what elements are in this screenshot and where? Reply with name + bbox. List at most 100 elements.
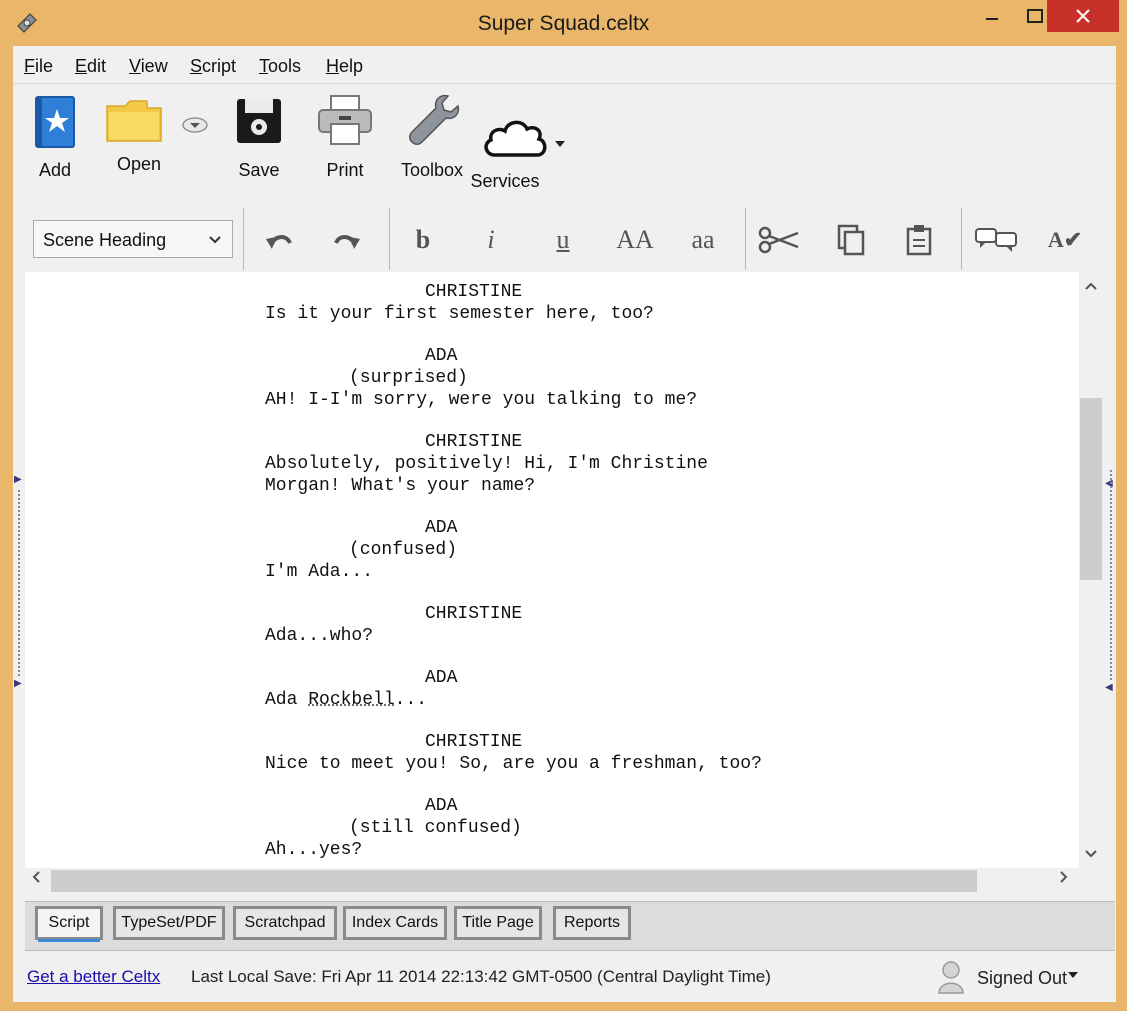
italic-button[interactable]: i xyxy=(471,220,511,260)
user-icon[interactable] xyxy=(937,960,965,994)
save-button[interactable]: Save xyxy=(223,85,295,185)
print-button[interactable]: Print xyxy=(309,85,381,185)
spellcheck-button[interactable]: A✔ xyxy=(1043,220,1087,260)
menu-file-accel: F xyxy=(24,56,35,76)
uppercase-button[interactable]: AA xyxy=(605,220,665,260)
right-margin-guide xyxy=(1110,470,1112,680)
left-margin-marker: ▶ xyxy=(14,678,22,689)
tab-typeset-pdf[interactable]: TypeSet/PDF xyxy=(113,906,225,940)
toolbox-button[interactable]: Toolbox xyxy=(395,85,469,185)
copy-button[interactable] xyxy=(829,220,873,260)
close-button[interactable] xyxy=(1047,0,1119,32)
notes-button[interactable] xyxy=(971,220,1021,260)
tab-scratchpad[interactable]: Scratchpad xyxy=(233,906,337,940)
bold-button[interactable]: b xyxy=(403,220,443,260)
close-icon xyxy=(1076,9,1090,23)
lowercase-button[interactable]: aa xyxy=(681,220,725,260)
print-label: Print xyxy=(326,160,364,180)
script-line: ADA xyxy=(425,796,458,816)
add-label: Add xyxy=(38,160,72,180)
services-dropdown-icon[interactable] xyxy=(555,141,565,149)
script-line: Ada...who? xyxy=(265,626,374,646)
copy-icon xyxy=(837,224,865,256)
speech-bubbles-icon xyxy=(975,228,1017,252)
chevron-up-icon xyxy=(1085,282,1097,290)
element-type-select[interactable]: Scene Heading xyxy=(33,220,233,258)
redo-icon xyxy=(334,235,360,249)
client-area: File Edit View Script Tools Help Add Ope… xyxy=(13,46,1116,1002)
scroll-down-button[interactable] xyxy=(1079,846,1103,864)
open-label: Open xyxy=(116,154,162,174)
menu-file-label: ile xyxy=(35,56,54,76)
paste-button[interactable] xyxy=(897,220,941,260)
tab-index-cards[interactable]: Index Cards xyxy=(343,906,447,940)
window-title: Super Squad.celtx xyxy=(477,12,650,35)
minimize-icon xyxy=(986,18,998,20)
menu-edit[interactable]: Edit xyxy=(75,56,106,77)
chevron-right-icon xyxy=(1060,871,1068,883)
menu-tools[interactable]: Tools xyxy=(259,56,301,77)
scroll-up-button[interactable] xyxy=(1079,278,1103,296)
script-line: Is it your first semester here, too? xyxy=(265,304,654,324)
add-star-icon xyxy=(35,96,75,148)
menu-file[interactable]: File xyxy=(24,56,53,77)
chevron-down-icon xyxy=(1085,850,1097,858)
minimize-button[interactable] xyxy=(969,0,1015,32)
menu-bar: File Edit View Script Tools Help xyxy=(13,46,1116,84)
account-menu[interactable]: Signed Out xyxy=(977,968,1079,989)
wrench-icon xyxy=(409,94,460,145)
vertical-scroll-thumb[interactable] xyxy=(1080,398,1102,580)
menu-script[interactable]: Script xyxy=(190,56,236,77)
horizontal-scrollbar[interactable] xyxy=(25,868,1079,896)
title-bar[interactable]: Super Squad.celtx xyxy=(0,0,1127,46)
undo-button[interactable] xyxy=(257,220,301,260)
format-toolbar: Scene Heading b i u AA aa A✔ xyxy=(13,206,1116,272)
script-line-text: ... xyxy=(394,690,428,710)
services-label: Services xyxy=(470,171,540,191)
main-toolbar: Add Open Save Print Toolbox Services xyxy=(13,85,1116,201)
status-bar: Get a better Celtx Last Local Save: Fri … xyxy=(13,954,1116,1002)
redo-button[interactable] xyxy=(325,220,369,260)
menu-help-label: elp xyxy=(339,56,364,76)
script-line: (confused) xyxy=(349,540,458,560)
menu-script-accel: S xyxy=(190,56,203,76)
script-line: CHRISTINE xyxy=(425,732,523,752)
floppy-disk-icon xyxy=(237,99,281,143)
tab-title-page[interactable]: Title Page xyxy=(454,906,542,940)
get-better-celtx-link[interactable]: Get a better Celtx xyxy=(27,967,160,987)
script-line: AH! I-I'm sorry, were you talking to me? xyxy=(265,390,698,410)
cloud-icon xyxy=(484,120,547,157)
maximize-icon xyxy=(1027,9,1043,23)
scroll-left-button[interactable] xyxy=(31,870,41,889)
chevron-down-icon xyxy=(209,236,221,244)
underline-button[interactable]: u xyxy=(543,220,583,260)
cut-button[interactable] xyxy=(755,220,803,260)
script-line-text: Ada xyxy=(265,690,309,710)
menu-help[interactable]: Help xyxy=(326,56,363,77)
script-editor[interactable]: CHRISTINE Is it your first semester here,… xyxy=(25,272,1079,868)
account-status: Signed Out xyxy=(977,968,1068,988)
add-button[interactable]: Add xyxy=(25,85,85,185)
menu-help-accel: H xyxy=(326,56,339,76)
menu-view[interactable]: View xyxy=(129,56,168,77)
script-line: Ada Rockbell... xyxy=(265,690,427,710)
open-button[interactable]: Open xyxy=(99,85,179,185)
open-dropdown-button[interactable] xyxy=(181,85,209,133)
vertical-scrollbar[interactable] xyxy=(1079,272,1103,868)
horizontal-scroll-thumb[interactable] xyxy=(51,870,977,892)
script-line: Morgan! What's your name? xyxy=(265,476,536,496)
tab-reports[interactable]: Reports xyxy=(553,906,631,940)
right-margin-marker: ◀ xyxy=(1105,682,1113,693)
menu-view-label: iew xyxy=(140,56,168,76)
tab-script[interactable]: Script xyxy=(35,906,103,942)
scissors-icon xyxy=(758,226,799,254)
left-margin-marker: ▶ xyxy=(14,474,22,485)
save-label: Save xyxy=(238,160,280,180)
misspelled-word[interactable]: Rockbell xyxy=(308,690,394,710)
services-button[interactable]: Services xyxy=(470,85,575,195)
folder-icon xyxy=(106,100,162,142)
scroll-right-button[interactable] xyxy=(1059,870,1069,889)
view-tab-bar: Script TypeSet/PDF Scratchpad Index Card… xyxy=(25,901,1115,951)
separator xyxy=(961,208,962,270)
menu-tools-accel: T xyxy=(259,56,268,76)
